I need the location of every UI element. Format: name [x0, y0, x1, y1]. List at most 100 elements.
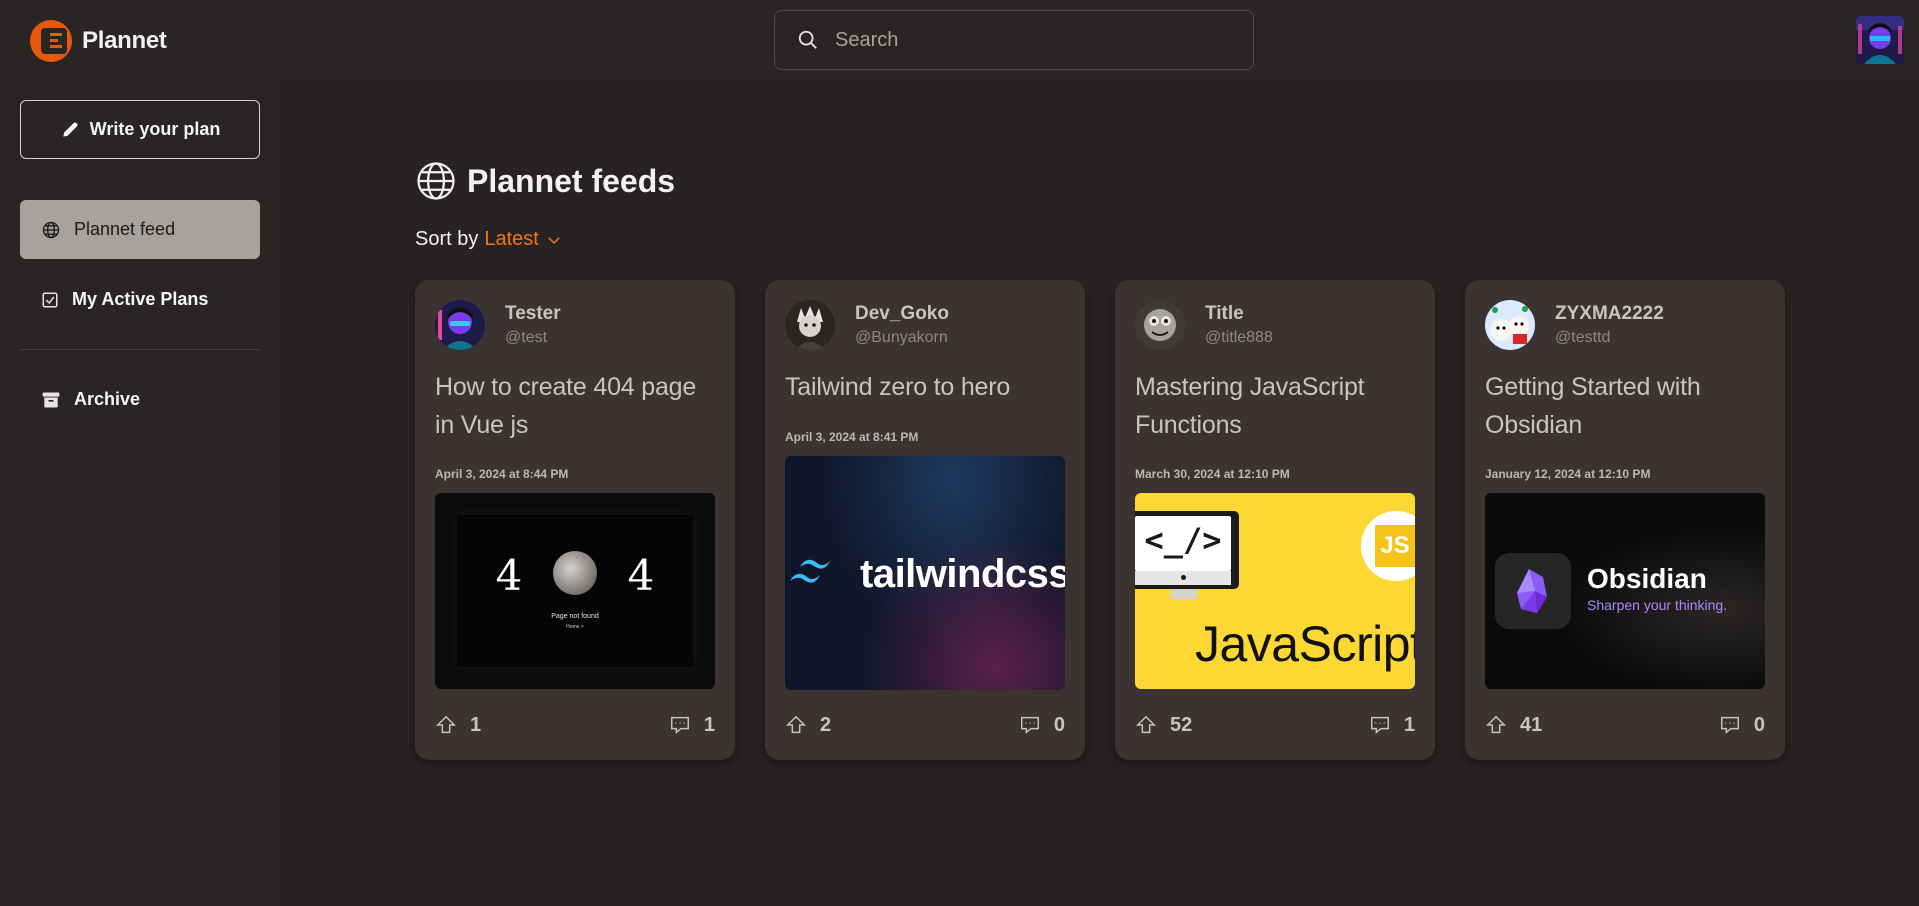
author-handle: @title888	[1205, 329, 1273, 346]
upvote-button[interactable]: 41	[1485, 714, 1542, 737]
card-author[interactable]: Title @title888	[1135, 300, 1273, 350]
sidebar-item-plannet-feed[interactable]: Plannet feed	[20, 200, 260, 259]
app-name: Plannet	[82, 27, 167, 54]
author-avatar[interactable]	[435, 300, 485, 350]
tailwind-wordmark: tailwindcss	[860, 552, 1065, 596]
card-title[interactable]: Mastering JavaScript Functions	[1135, 368, 1420, 444]
obsidian-logo-icon	[1495, 553, 1571, 629]
upvote-button[interactable]: 1	[435, 714, 481, 737]
card-author[interactable]: Tester @test	[435, 300, 561, 350]
author-name: Tester	[505, 303, 561, 324]
comment-icon	[670, 716, 689, 734]
upvote-count: 52	[1170, 713, 1193, 736]
card-title[interactable]: Getting Started with Obsidian	[1485, 368, 1770, 444]
upvote-count: 1	[470, 713, 482, 736]
brand[interactable]: Plannet	[30, 20, 167, 62]
main-content: Plannet feeds Sort by Latest Tester @tes…	[280, 80, 1919, 906]
thumb-caption: Page not found	[551, 613, 599, 620]
author-name: ZYXMA2222	[1555, 303, 1664, 324]
comment-icon	[1370, 716, 1389, 734]
search-icon	[798, 30, 817, 49]
card-thumbnail[interactable]: Obsidian Sharpen your thinking.	[1485, 493, 1765, 689]
globe-icon	[42, 221, 60, 238]
search-bar[interactable]	[774, 10, 1254, 70]
globe-icon	[417, 162, 455, 200]
comment-count: 1	[703, 713, 715, 736]
card-footer: 41 0	[1485, 712, 1765, 738]
card-title[interactable]: Tailwind zero to hero	[785, 368, 1070, 406]
card-author[interactable]: Dev_Goko @Bunyakorn	[785, 300, 949, 350]
upvote-arrow-icon	[435, 715, 457, 734]
write-plan-button[interactable]: Write your plan	[20, 100, 260, 159]
card-date: March 30, 2024 at 12:10 PM	[1135, 467, 1290, 481]
sidebar-item-label: Archive	[74, 389, 141, 409]
sidebar-divider	[20, 349, 260, 350]
comment-button[interactable]: 0	[1019, 714, 1065, 737]
sort-control[interactable]: Sort by Latest	[415, 228, 563, 251]
sidebar-item-archive[interactable]: Archive	[20, 370, 260, 429]
card-footer: 1 1	[435, 712, 715, 738]
pencil-icon	[62, 122, 78, 137]
obsidian-tagline: Sharpen your thinking.	[1587, 597, 1728, 613]
obsidian-wordmark: Obsidian	[1587, 563, 1707, 594]
sort-label: Sort by	[415, 228, 479, 250]
card-date: April 3, 2024 at 8:44 PM	[435, 467, 569, 481]
comment-button[interactable]: 0	[1719, 714, 1765, 737]
card-thumbnail[interactable]: tailwindcss	[785, 456, 1065, 690]
write-plan-label: Write your plan	[89, 119, 221, 139]
comment-icon	[1020, 716, 1039, 734]
sort-value[interactable]: Latest	[484, 228, 538, 251]
page-title: Plannet feeds	[415, 160, 675, 202]
upvote-count: 2	[820, 713, 832, 736]
card-thumbnail[interactable]: <_/> JS JavaScript	[1135, 493, 1415, 689]
js-badge: JS	[1361, 511, 1415, 581]
feed-card[interactable]: Title @title888 Mastering JavaScript Fun…	[1115, 280, 1435, 760]
author-handle: @test	[505, 329, 548, 346]
sidebar-item-label: My Active Plans	[72, 289, 209, 309]
card-author[interactable]: ZYXMA2222 @testtd	[1485, 300, 1664, 350]
search-input[interactable]	[835, 28, 1195, 52]
upvote-button[interactable]: 2	[785, 714, 831, 737]
comment-count: 1	[1403, 713, 1415, 736]
upvote-button[interactable]: 52	[1135, 714, 1192, 737]
card-thumbnail[interactable]: 4 4 Page not found Home >	[435, 493, 715, 689]
comment-button[interactable]: 1	[669, 714, 715, 737]
feed-card[interactable]: Dev_Goko @Bunyakorn Tailwind zero to her…	[765, 280, 1085, 760]
author-avatar[interactable]	[1135, 300, 1185, 350]
code-symbol: <_/>	[1144, 521, 1222, 559]
page-title-text: Plannet feeds	[467, 162, 676, 199]
upvote-count: 41	[1520, 713, 1543, 736]
sidebar-item-label: Plannet feed	[74, 219, 176, 239]
card-date: January 12, 2024 at 12:10 PM	[1485, 467, 1651, 481]
sidebar-item-my-active-plans[interactable]: My Active Plans	[20, 270, 260, 329]
comment-icon	[1720, 716, 1739, 734]
upvote-arrow-icon	[1485, 715, 1507, 734]
upvote-arrow-icon	[785, 715, 807, 734]
card-date: April 3, 2024 at 8:41 PM	[785, 430, 919, 444]
card-footer: 52 1	[1135, 712, 1415, 738]
plannet-logo-icon	[30, 20, 72, 62]
author-name: Title	[1205, 303, 1244, 324]
js-badge-text: JS	[1375, 525, 1415, 567]
author-handle: @testtd	[1555, 329, 1611, 346]
author-avatar[interactable]	[1485, 300, 1535, 350]
archive-icon	[42, 392, 60, 407]
user-avatar[interactable]	[1856, 16, 1904, 64]
author-name: Dev_Goko	[855, 303, 949, 324]
feed-card[interactable]: Tester @test How to create 404 page in V…	[415, 280, 735, 760]
chevron-down-icon[interactable]	[545, 231, 563, 249]
upvote-arrow-icon	[1135, 715, 1157, 734]
comment-count: 0	[1753, 713, 1765, 736]
top-bar: Plannet	[0, 0, 1919, 80]
card-footer: 2 0	[785, 712, 1065, 738]
card-title[interactable]: How to create 404 page in Vue js	[435, 368, 720, 444]
thumb-home-link: Home >	[566, 624, 584, 630]
comment-button[interactable]: 1	[1369, 714, 1415, 737]
sidebar: Write your plan Plannet feed My Active P…	[0, 80, 280, 906]
author-handle: @Bunyakorn	[855, 329, 948, 346]
author-avatar[interactable]	[785, 300, 835, 350]
feed-card[interactable]: ZYXMA2222 @testtd Getting Started with O…	[1465, 280, 1785, 760]
comment-count: 0	[1053, 713, 1065, 736]
checkbox-icon	[42, 292, 58, 307]
javascript-wordmark: JavaScript	[1195, 616, 1415, 672]
